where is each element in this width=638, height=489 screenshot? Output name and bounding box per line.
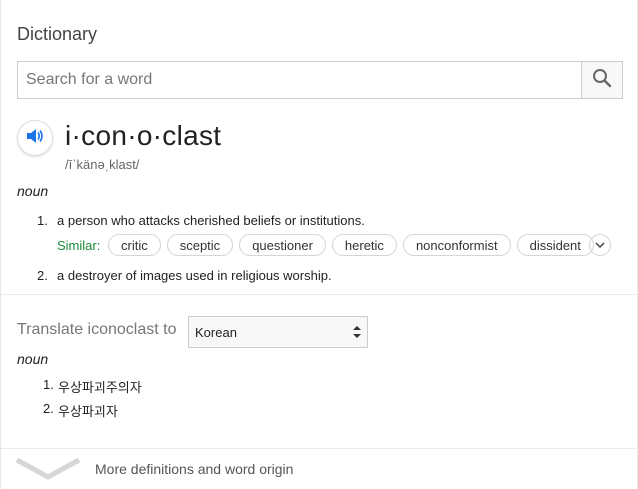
phonetic-spelling: /īˈkänəˌklast/ (65, 157, 140, 172)
translation-number: 1. (43, 377, 54, 392)
more-definitions-link[interactable]: More definitions and word origin (95, 461, 293, 477)
headword: i·con·o·clast (65, 120, 222, 151)
part-of-speech: noun (17, 183, 49, 199)
chevron-down-icon (15, 457, 81, 485)
similar-label: Similar: (57, 238, 101, 253)
definition-text: a destroyer of images used in religious … (57, 268, 332, 283)
translation-text: 우상파괴자 (58, 404, 118, 419)
similar-chip-sceptic[interactable]: sceptic (166, 234, 234, 256)
definition-number: 2. (37, 268, 48, 283)
similar-chip-dissident[interactable]: dissident (516, 234, 594, 256)
definition-text: a person who attacks cherished beliefs o… (57, 213, 365, 228)
translation-text: 우상파괴주의자 (58, 380, 142, 395)
language-select[interactable]: Korean (188, 316, 368, 348)
search-button[interactable] (581, 62, 622, 98)
dictionary-card: Dictionary i·con·o·clast /īˈkänəˌklast/ … (0, 0, 638, 489)
select-arrows-icon (353, 325, 361, 342)
similar-chip-critic[interactable]: critic (108, 234, 161, 256)
selected-language: Korean (195, 324, 237, 340)
search-input[interactable] (18, 62, 583, 98)
translation-number: 2. (43, 401, 54, 416)
chevron-down-icon (595, 236, 605, 254)
definition-number: 1. (37, 213, 48, 228)
expand-similar-button[interactable] (589, 234, 611, 256)
similar-chip-heretic[interactable]: heretic (331, 234, 397, 256)
translate-label: Translate iconoclast to (17, 321, 177, 338)
section-divider (1, 294, 638, 295)
panel-title: Dictionary (17, 24, 98, 44)
speaker-icon (26, 128, 44, 149)
similar-words: critic sceptic questioner heretic noncon… (108, 234, 594, 258)
similar-chip-nonconformist[interactable]: nonconformist (402, 234, 511, 256)
footer-divider (1, 448, 638, 449)
search-box (17, 61, 623, 99)
similar-chip-questioner[interactable]: questioner (239, 234, 326, 256)
expand-more-button[interactable] (15, 457, 81, 486)
pronunciation-button[interactable] (17, 120, 53, 156)
search-icon (592, 68, 612, 93)
translation-part-of-speech: noun (17, 351, 49, 367)
